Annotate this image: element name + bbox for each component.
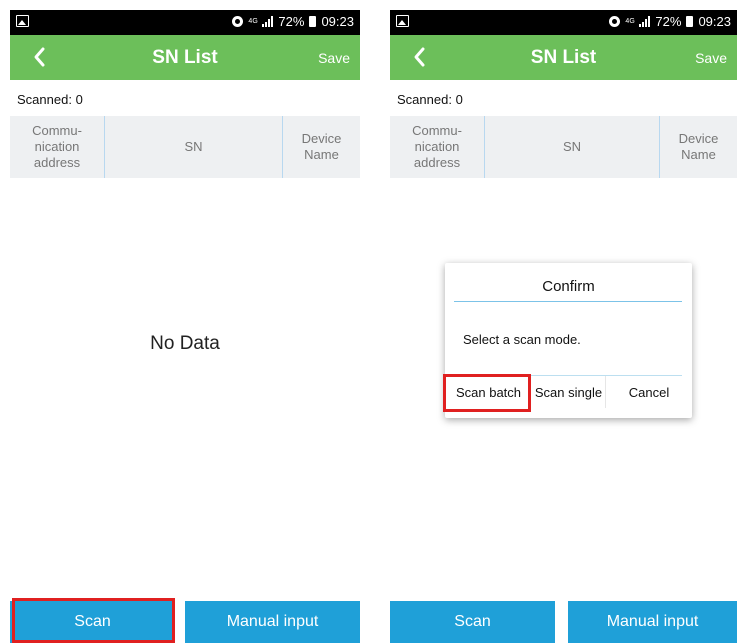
dialog-message: Select a scan mode. — [463, 332, 581, 347]
save-button[interactable]: Save — [695, 50, 727, 66]
status-bar: 4G 72% 09:23 — [390, 10, 737, 35]
column-header-device-name: Device Name — [301, 131, 342, 162]
save-button[interactable]: Save — [318, 50, 350, 66]
scanned-value: 0 — [455, 92, 463, 107]
scanned-value: 0 — [75, 92, 83, 107]
status-bar: 4G 72% 09:23 — [10, 10, 360, 35]
screen-sn-list-empty: 4G 72% 09:23 SN List Save Scanned: 0 Com… — [10, 0, 360, 643]
table-header: Commu- nication address SN Device Name — [10, 116, 360, 178]
empty-state-text: No Data — [150, 333, 220, 354]
app-bar: SN List Save — [390, 35, 737, 80]
manual-input-button[interactable]: Manual input — [568, 601, 737, 643]
network-type: 4G — [625, 18, 635, 25]
page-title: SN List — [152, 47, 218, 68]
table-header: Commu- nication address SN Device Name — [390, 116, 737, 178]
scanned-count: Scanned: 0 — [17, 92, 83, 107]
battery-percent: 72% — [278, 14, 305, 29]
picture-icon — [396, 15, 409, 27]
column-header-communication-address: Commu- nication address — [10, 116, 105, 178]
scan-button[interactable]: Scan — [390, 601, 555, 643]
scanned-count: Scanned: 0 — [397, 92, 463, 107]
status-time: 09:23 — [321, 14, 354, 29]
alarm-icon — [609, 16, 621, 27]
status-right: 4G 72% 09:23 — [232, 14, 354, 29]
column-header-device-name: Device Name — [678, 131, 719, 162]
battery-icon — [686, 16, 694, 27]
column-header-communication-address: Commu- nication address — [390, 116, 485, 178]
screen-sn-list-dialog: 4G 72% 09:23 SN List Save Scanned: 0 Com… — [390, 0, 737, 643]
scanned-label: Scanned: — [17, 92, 72, 107]
page-title: SN List — [530, 47, 597, 68]
signal-icon — [639, 16, 651, 27]
signal-icon — [262, 16, 274, 27]
app-bar: SN List Save — [10, 35, 360, 80]
battery-icon — [309, 16, 317, 27]
highlight-box-scan — [12, 598, 175, 643]
picture-icon — [16, 15, 29, 27]
cancel-button[interactable]: Cancel — [606, 376, 692, 408]
column-header-sn: SN — [105, 116, 283, 178]
manual-input-button[interactable]: Manual input — [185, 601, 360, 643]
dialog-title: Confirm — [542, 278, 595, 295]
confirm-dialog: Confirm Select a scan mode. Scan batch S… — [443, 263, 692, 418]
scanned-label: Scanned: — [397, 92, 452, 107]
battery-percent: 72% — [655, 14, 682, 29]
dialog-title-divider — [454, 301, 682, 302]
column-header-sn: SN — [485, 116, 660, 178]
status-right: 4G 72% 09:23 — [609, 14, 731, 29]
scan-single-button[interactable]: Scan single — [532, 376, 606, 408]
status-time: 09:23 — [698, 14, 731, 29]
alarm-icon — [232, 16, 244, 27]
highlight-box-scan-batch — [443, 374, 531, 412]
network-type: 4G — [248, 18, 258, 25]
